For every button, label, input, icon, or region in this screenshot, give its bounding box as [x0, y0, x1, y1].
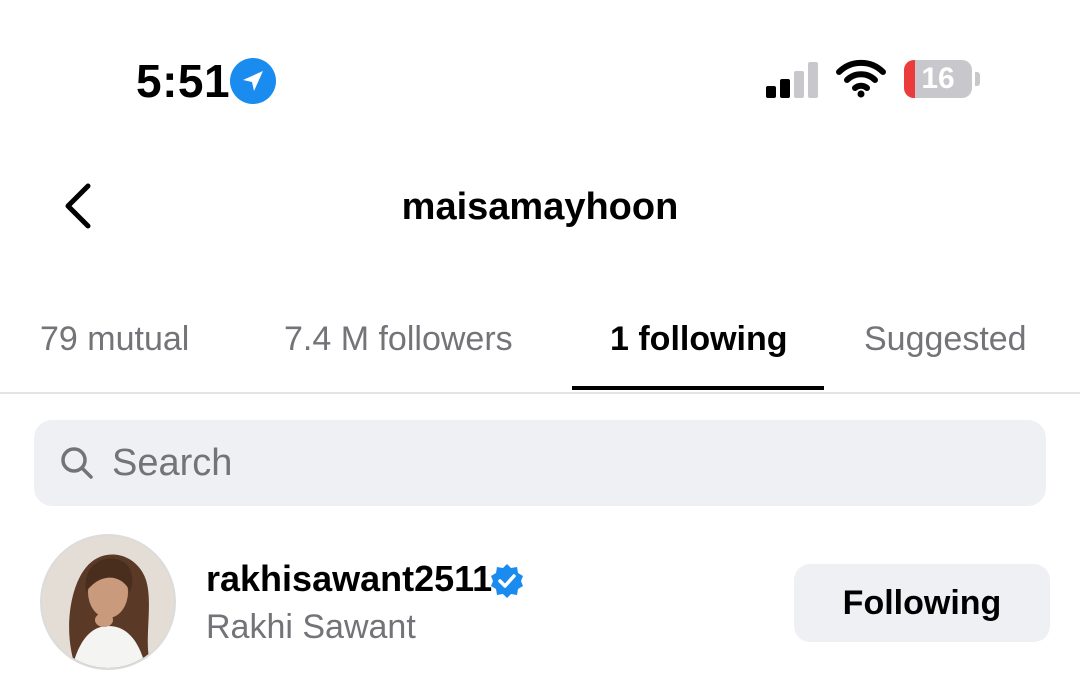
active-tab-indicator: [572, 386, 824, 390]
full-name: Rakhi Sawant: [206, 608, 416, 646]
following-button[interactable]: Following: [794, 564, 1050, 642]
battery-cap: [975, 72, 980, 86]
tab-following[interactable]: 1 following: [610, 316, 788, 392]
battery-level: 16: [921, 62, 955, 95]
cellular-signal-icon: [766, 62, 822, 98]
status-time: 5:51: [136, 55, 231, 107]
tab-bar: 79 mutual 7.4 M followers 1 following Su…: [0, 316, 1080, 394]
search-input[interactable]: [112, 420, 1012, 506]
avatar[interactable]: [40, 534, 176, 670]
verified-badge-icon: [491, 564, 523, 598]
search-icon: [61, 447, 93, 479]
wifi-icon: [836, 59, 886, 98]
tab-followers[interactable]: 7.4 M followers: [284, 316, 513, 392]
username[interactable]: rakhisawant2511: [206, 556, 492, 602]
tab-mutual[interactable]: 79 mutual: [40, 316, 189, 392]
tab-suggested[interactable]: Suggested: [864, 316, 1027, 392]
battery-icon: 16: [904, 60, 972, 98]
location-arrow-icon: [230, 58, 276, 104]
page-title: maisamayhoon: [401, 186, 679, 228]
search-bar[interactable]: [34, 420, 1046, 506]
